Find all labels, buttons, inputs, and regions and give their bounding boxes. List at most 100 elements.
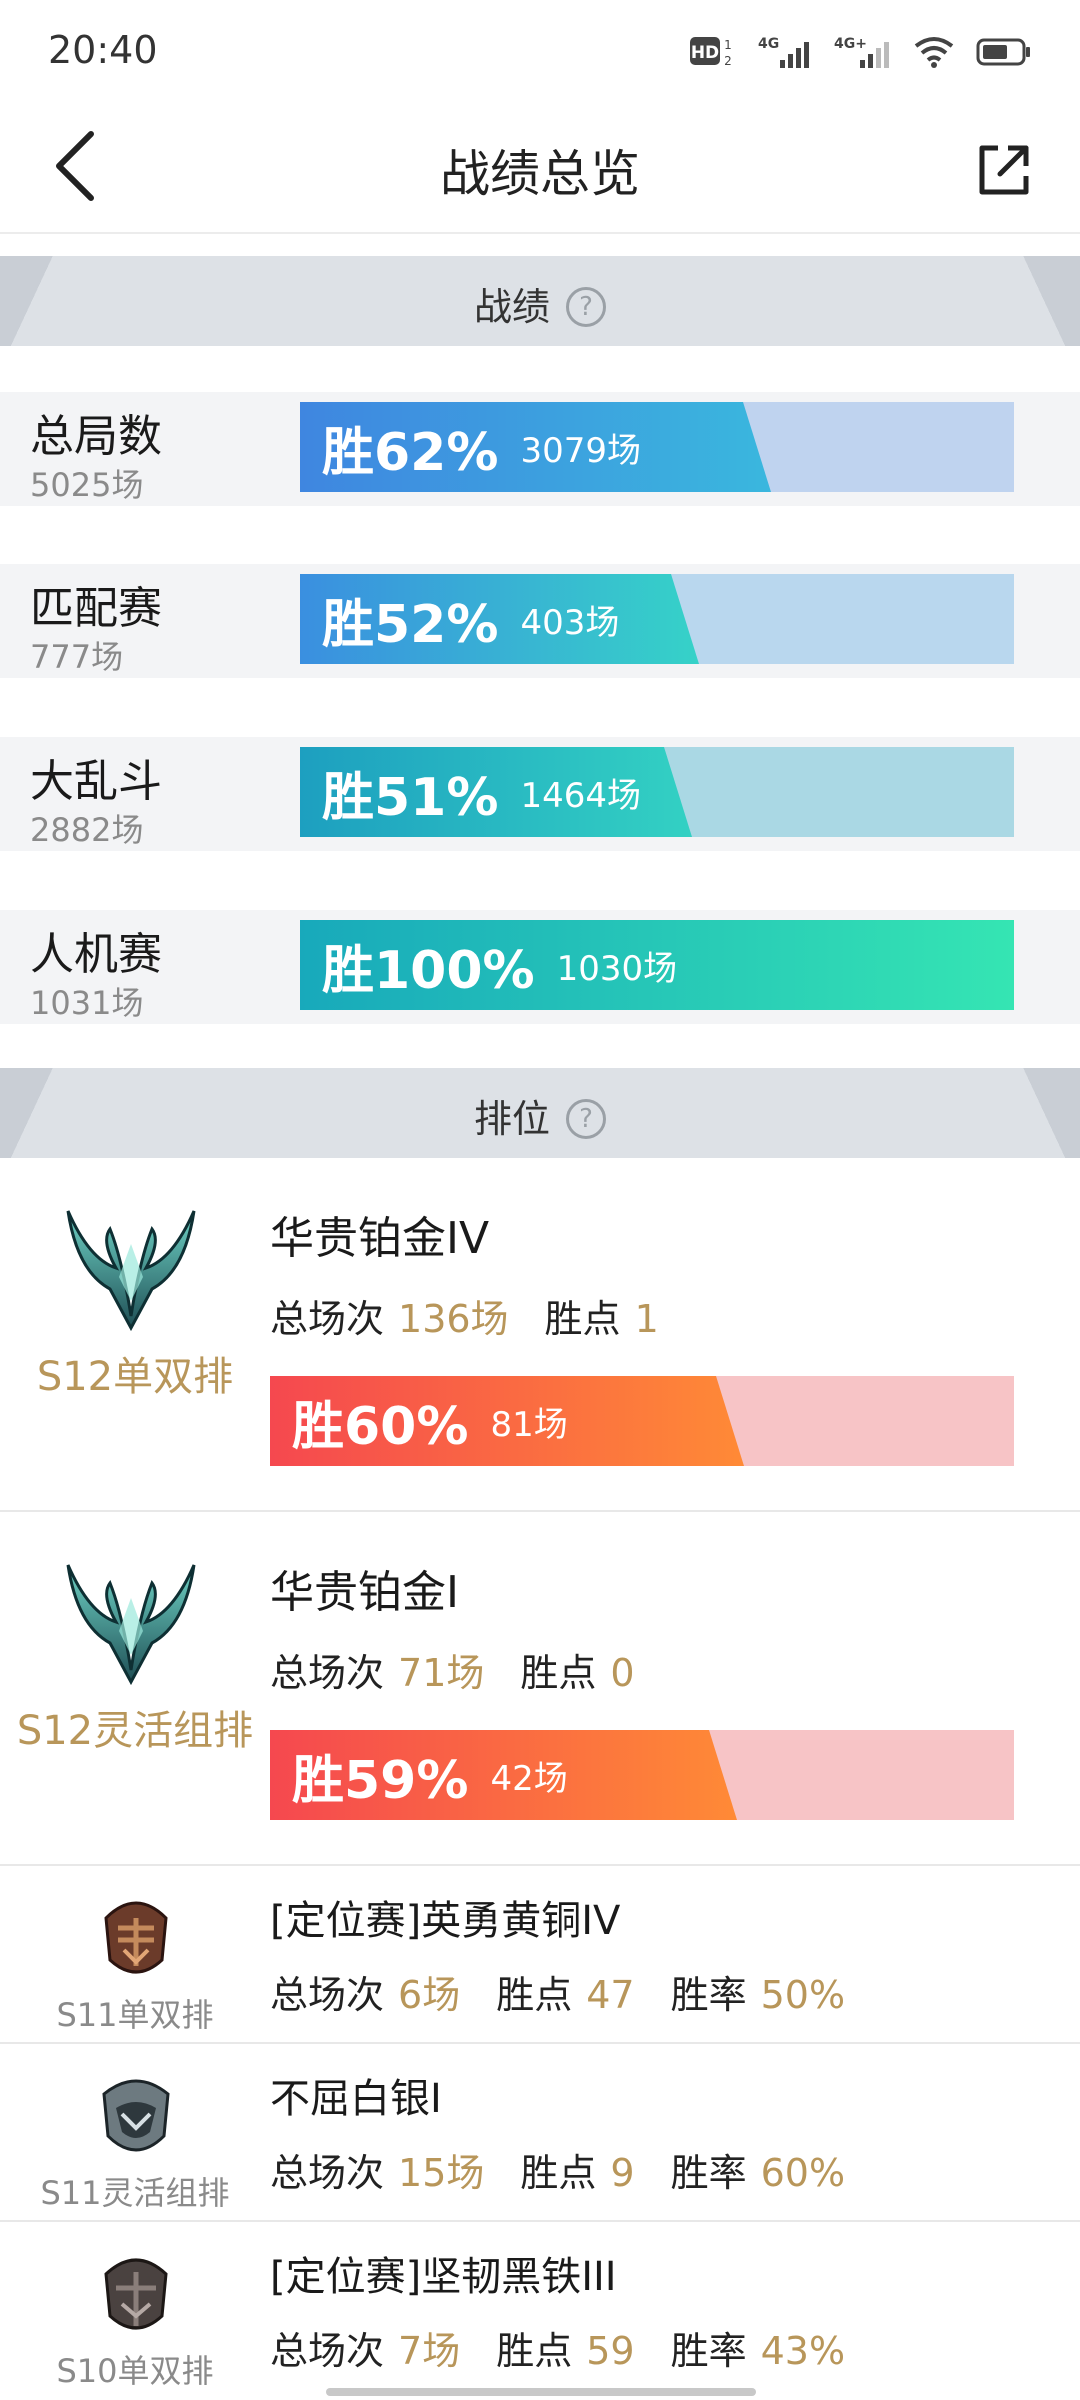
win-rate-label: 胜100% 1030场 [322, 920, 677, 1010]
help-icon[interactable]: ? [566, 1098, 606, 1139]
win-rate-bar: 胜60% 81场 [270, 1376, 1014, 1466]
ranked-queue-card[interactable]: S12灵活组排 华贵铂金I 总场次 71场 胜点 0 胜59% 42场 [0, 1512, 1080, 1866]
share-button[interactable] [964, 130, 1044, 210]
win-games: 81场 [490, 1404, 568, 1445]
rank-tier: 华贵铂金I [270, 1567, 459, 1618]
queue-name: S12单双排 [36, 1354, 234, 1400]
stat-total-count: 5025场 [30, 466, 144, 504]
rank-tier: 华贵铂金IV [270, 1213, 490, 1264]
win-percent: 胜59% [292, 1750, 469, 1811]
rank-stats: 总场次 6场 胜点 47 胜率 50% [270, 1964, 881, 2019]
battery-icon [976, 34, 1032, 70]
stat-row: 匹配赛 777场 胜52% 403场 [0, 564, 1080, 678]
stat-total-count: 777场 [30, 638, 124, 676]
signal-4g-plus-icon: 4G+ [834, 34, 892, 70]
ranked-history-row[interactable]: S11灵活组排 不屈白银I 总场次 15场 胜点 9 胜率 60% [0, 2044, 1080, 2222]
status-bar: 20:40 HD 1 2 4G 4G+ [0, 0, 1080, 100]
rank-section-title: 排位? [0, 1088, 1080, 1143]
win-percent: 胜60% [292, 1396, 469, 1457]
total-games-label: 总场次 [270, 2151, 385, 2195]
stat-row: 大乱斗 2882场 胜51% 1464场 [0, 737, 1080, 851]
stat-row: 总局数 5025场 胜62% 3079场 [0, 392, 1080, 506]
ranked-queue-card[interactable]: S12单双排 华贵铂金IV 总场次 136场 胜点 1 胜60% 81场 [0, 1158, 1080, 1512]
win-rate-value: 50% [760, 1973, 846, 2017]
rank-stats: 总场次 7场 胜点 59 胜率 43% [270, 2320, 881, 2375]
status-icons: HD 1 2 4G 4G+ [690, 32, 1032, 72]
win-rate-value: 43% [760, 2329, 846, 2373]
win-percent: 胜62% [322, 422, 499, 483]
stats-section-title: 战绩? [0, 276, 1080, 331]
win-rate-label: 胜62% 3079场 [322, 402, 641, 492]
win-rate-bar: 胜100% 1030场 [300, 920, 1014, 1010]
win-games: 42场 [490, 1758, 568, 1799]
silver-emblem-icon [86, 2066, 186, 2170]
total-games-label: 总场次 [270, 1651, 385, 1695]
total-games-value: 136场 [398, 1297, 509, 1341]
stat-total-count: 2882场 [30, 811, 144, 849]
win-rate-label: 胜59% 42场 [292, 1730, 568, 1820]
league-points-label: 胜点 [520, 1651, 597, 1695]
win-games: 1464场 [520, 775, 641, 816]
ranked-history-row[interactable]: S11单双排 [定位赛]英勇黄铜IV 总场次 6场 胜点 47 胜率 50% [0, 1866, 1080, 2044]
league-points-label: 胜点 [496, 1973, 573, 2017]
win-rate-label: 胜52% 403场 [322, 574, 619, 664]
league-points-value: 59 [586, 2329, 635, 2373]
win-rate-value: 60% [760, 2151, 846, 2195]
rank-tier: [定位赛]坚韧黑铁III [270, 2254, 617, 2300]
status-time: 20:40 [48, 28, 158, 72]
league-points-label: 胜点 [520, 2151, 597, 2195]
rank-stats: 总场次 15场 胜点 9 胜率 60% [270, 2142, 881, 2197]
stat-name: 人机赛 [30, 929, 162, 980]
win-rate-bar: 胜51% 1464场 [300, 747, 1014, 837]
ranked-history-row[interactable]: S10单双排 [定位赛]坚韧黑铁III 总场次 7场 胜点 59 胜率 43% [0, 2222, 1080, 2400]
iron-emblem-icon [86, 2244, 186, 2348]
queue-name: S11灵活组排 [40, 2174, 230, 2212]
league-points-value: 47 [586, 1973, 635, 2017]
rank-section-header: 排位? [0, 1068, 1080, 1158]
queue-name: S12灵活组排 [16, 1708, 254, 1754]
win-rate-bar: 胜52% 403场 [300, 574, 1014, 664]
rank-tier: 不屈白银I [270, 2076, 442, 2122]
league-points-label: 胜点 [496, 2329, 573, 2373]
league-points-value: 1 [634, 1297, 659, 1341]
win-games: 1030场 [556, 948, 678, 989]
platinum-emblem-icon [56, 1538, 206, 1692]
win-rate-bar: 胜59% 42场 [270, 1730, 1014, 1820]
queue-name: S10单双排 [56, 2352, 214, 2390]
win-rate-label: 胜率 [670, 1973, 747, 2017]
win-percent: 胜100% [322, 940, 535, 1001]
rank-stats: 总场次 136场 胜点 1 [270, 1288, 695, 1343]
win-rate-label: 胜率 [670, 2151, 747, 2195]
league-points-label: 胜点 [544, 1297, 621, 1341]
stat-name: 总局数 [30, 411, 162, 462]
stats-section-header: 战绩? [0, 256, 1080, 346]
rank-tier: [定位赛]英勇黄铜IV [270, 1898, 621, 1944]
page-title: 战绩总览 [440, 145, 640, 203]
queue-name: S11单双排 [56, 1996, 214, 2034]
total-games-value: 6场 [398, 1973, 461, 2017]
app-bar: 战绩总览 [0, 100, 1080, 234]
win-rate-label: 胜60% 81场 [292, 1376, 568, 1466]
stat-name: 匹配赛 [30, 583, 162, 634]
net2-label: 4G+ [834, 36, 867, 52]
win-rate-label: 胜率 [670, 2329, 747, 2373]
rank-stats: 总场次 71场 胜点 0 [270, 1642, 671, 1697]
external-share-icon [979, 145, 1029, 195]
total-games-value: 7场 [398, 2329, 461, 2373]
win-percent: 胜52% [322, 594, 499, 655]
win-games: 3079场 [520, 430, 641, 471]
hd-label: HD [691, 43, 719, 63]
total-games-label: 总场次 [270, 2329, 385, 2373]
hd-voice-icon: HD 1 2 [690, 34, 736, 70]
bronze-emblem-icon [86, 1888, 186, 1992]
signal-4g-icon: 4G [758, 34, 812, 70]
win-percent: 胜51% [322, 767, 499, 828]
total-games-label: 总场次 [270, 1973, 385, 2017]
total-games-value: 15场 [398, 2151, 485, 2195]
svg-text:2: 2 [724, 54, 732, 68]
home-indicator [326, 2388, 756, 2396]
total-games-label: 总场次 [270, 1297, 385, 1341]
stat-total-count: 1031场 [30, 984, 144, 1022]
help-icon[interactable]: ? [566, 286, 606, 327]
platinum-emblem-icon [56, 1184, 206, 1338]
